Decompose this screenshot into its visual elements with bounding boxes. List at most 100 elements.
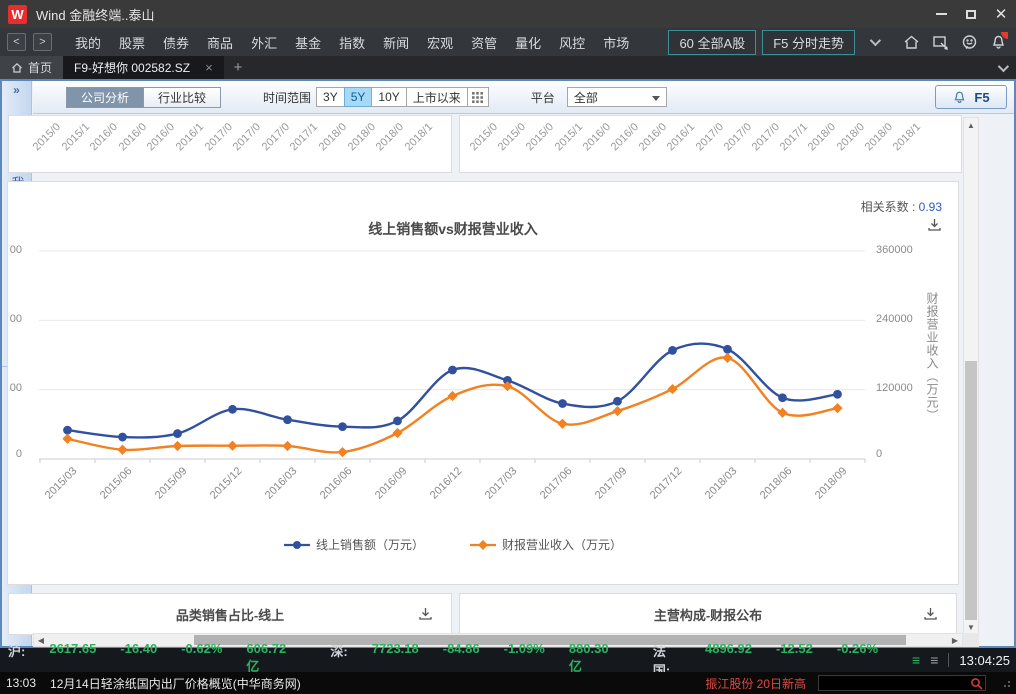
tab-close-icon[interactable]: ×: [205, 60, 213, 75]
clock: 13:04:25: [959, 653, 1010, 668]
data-point[interactable]: [667, 384, 677, 394]
data-point[interactable]: [63, 426, 72, 435]
legend-marker-diamond: [470, 539, 496, 551]
tab-list-chevron-icon[interactable]: [998, 56, 1016, 79]
tab-stock-f9[interactable]: F9-好想你 002582.SZ ×: [63, 56, 224, 79]
list-icon-gray[interactable]: ≡: [930, 653, 938, 667]
data-point[interactable]: [283, 415, 292, 424]
segment-industry-compare[interactable]: 行业比较: [144, 87, 221, 108]
data-point[interactable]: [282, 441, 292, 451]
home-tab-icon: [11, 62, 23, 74]
data-point[interactable]: [778, 393, 787, 402]
screenshot-icon[interactable]: [930, 32, 950, 52]
menu-item-4[interactable]: 外汇: [242, 29, 286, 56]
maximize-button[interactable]: [956, 0, 986, 28]
data-point[interactable]: [172, 441, 182, 451]
clipped-date-label: 2017/1: [778, 121, 810, 153]
vertical-scroll-thumb[interactable]: [965, 361, 977, 633]
data-point[interactable]: [228, 405, 237, 414]
bell-icon[interactable]: [988, 32, 1008, 52]
chevron-down-icon[interactable]: [861, 32, 887, 52]
close-button[interactable]: ✕: [986, 0, 1016, 28]
range-10y-button[interactable]: 10Y: [371, 87, 406, 107]
alert-f5-button[interactable]: F5: [935, 85, 1007, 109]
stock-alert-link[interactable]: 振江股份 20日新高: [705, 675, 806, 692]
menu-item-10[interactable]: 量化: [506, 29, 550, 56]
chat-icon[interactable]: [959, 32, 979, 52]
custom-range-grid-icon[interactable]: [467, 87, 489, 107]
menu-item-11[interactable]: 风控: [550, 29, 594, 56]
vertical-scrollbar[interactable]: ▲ ▼: [963, 117, 979, 635]
tab-doc-label: F9-好想你 002582.SZ: [74, 59, 190, 76]
forward-button[interactable]: >: [33, 33, 52, 51]
menu-item-0[interactable]: 我的: [66, 29, 110, 56]
news-headline[interactable]: 12月14日轻涂纸国内出厂价格概览(中华商务网): [50, 675, 301, 692]
range-3y-button[interactable]: 3Y: [316, 87, 345, 107]
data-point[interactable]: [227, 441, 237, 451]
menu-item-2[interactable]: 债券: [154, 29, 198, 56]
platform-dropdown[interactable]: 全部: [567, 87, 667, 107]
data-point[interactable]: [393, 416, 402, 425]
data-point[interactable]: [447, 391, 457, 401]
data-point[interactable]: [118, 433, 127, 442]
data-point[interactable]: [173, 429, 182, 438]
menu-item-5[interactable]: 基金: [286, 29, 330, 56]
title-bar: W Wind 金融终端..泰山 ✕: [0, 0, 1016, 28]
range-label: 时间范围: [263, 89, 311, 106]
tab-home[interactable]: 首页: [0, 56, 63, 79]
clipped-date-label: 2017/0: [260, 121, 292, 153]
clipped-date-label: 2018/0: [345, 121, 377, 153]
quick-button-all-a-shares[interactable]: 60 全部A股: [668, 30, 756, 55]
scroll-down-arrow[interactable]: ▼: [964, 620, 978, 634]
segment-company-analysis[interactable]: 公司分析: [66, 87, 144, 108]
back-button[interactable]: <: [7, 33, 26, 51]
download-icon[interactable]: [418, 607, 433, 626]
menu-item-8[interactable]: 宏观: [418, 29, 462, 56]
search-input[interactable]: [818, 675, 986, 691]
download-icon[interactable]: [923, 607, 938, 626]
panel-title: 品类销售占比-线上: [9, 594, 451, 634]
data-point[interactable]: [392, 428, 402, 438]
clipped-date-label: 2017/1: [288, 121, 320, 153]
data-point[interactable]: [777, 408, 787, 418]
list-icon-green[interactable]: ≡: [912, 653, 920, 667]
data-point[interactable]: [338, 422, 347, 431]
home-icon[interactable]: [901, 32, 921, 52]
analysis-toolbar: 公司分析 行业比较 时间范围 3Y 5Y 10Y 上市以来 平台 全部 F5: [33, 81, 1014, 114]
data-point[interactable]: [337, 447, 347, 457]
data-point[interactable]: [612, 406, 622, 416]
data-point[interactable]: [558, 399, 567, 408]
data-point[interactable]: [723, 345, 732, 354]
menu-item-7[interactable]: 新闻: [374, 29, 418, 56]
bottom-right-chart-panel: 主营构成-财报公布: [459, 593, 957, 635]
data-point[interactable]: [613, 397, 622, 406]
quick-button-intraday[interactable]: F5 分时走势: [762, 30, 855, 55]
data-point[interactable]: [448, 366, 457, 375]
scroll-right-arrow[interactable]: ▶: [948, 634, 962, 646]
legend-item[interactable]: 线上销售额（万元）: [284, 536, 424, 553]
menu-item-1[interactable]: 股票: [110, 29, 154, 56]
menu-item-12[interactable]: 市场: [594, 29, 638, 56]
search-icon[interactable]: [970, 677, 983, 690]
sidebar-expander[interactable]: »: [2, 81, 31, 97]
clipped-date-label: 2016/1: [174, 121, 206, 153]
new-tab-button[interactable]: +: [224, 56, 253, 79]
data-point[interactable]: [117, 445, 127, 455]
line-chart: [8, 182, 960, 586]
data-point[interactable]: [557, 419, 567, 429]
minimize-button[interactable]: [926, 0, 956, 28]
data-point[interactable]: [668, 346, 677, 355]
resize-grip[interactable]: [1002, 679, 1010, 687]
data-point[interactable]: [832, 403, 842, 413]
scroll-up-arrow[interactable]: ▲: [964, 118, 978, 132]
legend-item[interactable]: 财报营业收入（万元）: [470, 536, 622, 553]
clipped-date-label: 2018/0: [806, 121, 838, 153]
menu-item-9[interactable]: 资管: [462, 29, 506, 56]
range-since-listing-button[interactable]: 上市以来: [406, 87, 468, 107]
menu-item-6[interactable]: 指数: [330, 29, 374, 56]
data-point[interactable]: [62, 434, 72, 444]
data-point[interactable]: [722, 353, 732, 363]
range-5y-button[interactable]: 5Y: [344, 87, 373, 107]
menu-item-3[interactable]: 商品: [198, 29, 242, 56]
data-point[interactable]: [833, 390, 842, 399]
